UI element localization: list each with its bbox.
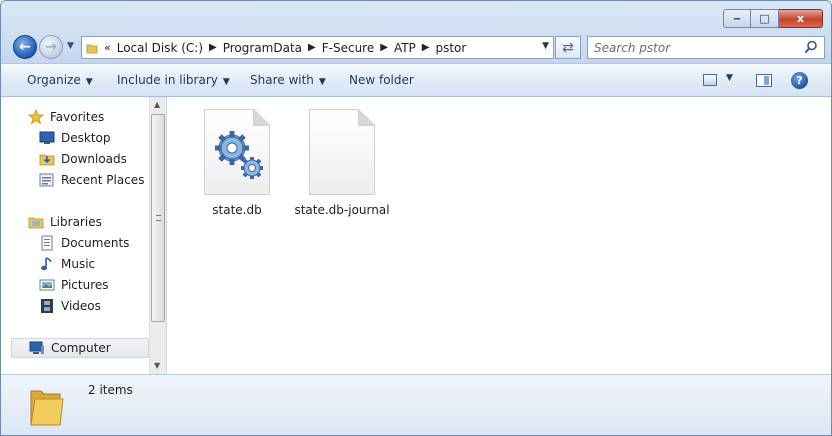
include-in-library-menu[interactable]: Include in library ▼ bbox=[117, 73, 230, 87]
navigation-pane: Favorites Desktop Downloads Recent Place… bbox=[1, 97, 166, 374]
chevron-down-icon: ▼ bbox=[85, 77, 93, 87]
breadcrumb-atp[interactable]: ATP bbox=[394, 41, 416, 55]
include-in-library-label: Include in library bbox=[117, 73, 218, 87]
sidebar-item-documents[interactable]: Documents bbox=[39, 233, 129, 253]
folder-icon bbox=[86, 44, 98, 53]
breadcrumb-overflow[interactable]: « bbox=[104, 41, 111, 54]
help-icon[interactable]: ? bbox=[791, 72, 808, 89]
refresh-icon: ⇄ bbox=[562, 39, 574, 56]
address-bar[interactable]: « Local Disk (C:) ▶ ProgramData ▶ F-Secu… bbox=[81, 36, 554, 59]
sidebar-item-label: Libraries bbox=[50, 215, 102, 229]
music-note-icon bbox=[39, 256, 55, 272]
breadcrumb-separator-icon[interactable]: ▶ bbox=[308, 42, 316, 53]
settings-gears-file-icon bbox=[204, 109, 270, 195]
breadcrumb-local-disk[interactable]: Local Disk (C:) bbox=[117, 41, 203, 55]
blank-file-icon bbox=[309, 109, 375, 195]
chevron-down-icon: ▼ bbox=[318, 77, 326, 87]
new-folder-button[interactable]: New folder bbox=[349, 73, 414, 87]
title-bar: ‒ □ x ← → ▼ « Local Disk (C:) ▶ ProgramD… bbox=[1, 1, 831, 63]
sidebar-item-computer[interactable]: Computer bbox=[11, 338, 149, 358]
sidebar-item-label: Recent Places bbox=[61, 173, 145, 187]
downloads-folder-icon bbox=[39, 151, 55, 167]
maximize-button[interactable]: □ bbox=[751, 9, 779, 28]
sidebar-item-label: Downloads bbox=[61, 152, 127, 166]
sidebar-item-libraries[interactable]: Libraries bbox=[28, 212, 102, 232]
sidebar-item-recent-places[interactable]: Recent Places bbox=[39, 170, 144, 190]
recent-places-icon bbox=[39, 172, 55, 188]
caption-buttons: ‒ □ x bbox=[723, 9, 823, 29]
file-list[interactable]: state.db state.db-journal bbox=[167, 97, 831, 374]
sidebar-item-downloads[interactable]: Downloads bbox=[39, 149, 127, 169]
organize-label: Organize bbox=[27, 73, 81, 87]
scrollbar-thumb[interactable] bbox=[151, 114, 165, 322]
breadcrumb-f-secure[interactable]: F-Secure bbox=[322, 41, 375, 55]
film-strip-icon bbox=[39, 298, 55, 314]
search-icon[interactable] bbox=[804, 40, 818, 54]
back-button[interactable]: ← bbox=[13, 35, 37, 59]
address-dropdown-icon[interactable]: ▼ bbox=[542, 41, 549, 51]
share-with-menu[interactable]: Share with ▼ bbox=[250, 73, 326, 87]
breadcrumb-separator-icon[interactable]: ▶ bbox=[380, 42, 388, 53]
libraries-icon bbox=[28, 214, 44, 230]
navigation-pane-scrollbar[interactable]: ▲ ▼ bbox=[149, 97, 166, 374]
explorer-window: ‒ □ x ← → ▼ « Local Disk (C:) ▶ ProgramD… bbox=[0, 0, 832, 436]
sidebar-item-label: Computer bbox=[51, 341, 111, 355]
details-pane: 2 items bbox=[1, 374, 831, 435]
command-bar: Organize ▼ Include in library ▼ Share with… bbox=[1, 63, 831, 97]
search-input[interactable] bbox=[594, 38, 794, 57]
forward-button[interactable]: → bbox=[39, 35, 63, 59]
sidebar-item-favorites[interactable]: Favorites bbox=[28, 107, 104, 127]
scrollbar-grip-icon bbox=[156, 215, 161, 221]
file-name: state.db-journal bbox=[294, 203, 390, 217]
sidebar-item-label: Desktop bbox=[61, 131, 111, 145]
breadcrumb-programdata[interactable]: ProgramData bbox=[223, 41, 302, 55]
scroll-down-arrow-icon[interactable]: ▼ bbox=[154, 361, 160, 370]
file-item-state-db[interactable]: state.db bbox=[182, 109, 292, 217]
recent-pages-dropdown-icon[interactable]: ▼ bbox=[67, 41, 74, 51]
close-button[interactable]: x bbox=[779, 9, 823, 28]
scroll-up-arrow-icon[interactable]: ▲ bbox=[154, 100, 160, 109]
view-options-dropdown-icon[interactable]: ▼ bbox=[726, 73, 733, 83]
sidebar-item-label: Documents bbox=[61, 236, 130, 250]
sidebar-item-pictures[interactable]: Pictures bbox=[39, 275, 109, 295]
desktop-icon bbox=[39, 130, 55, 146]
file-name: state.db bbox=[212, 203, 262, 217]
change-view-icon[interactable] bbox=[703, 74, 717, 86]
preview-pane-icon[interactable] bbox=[756, 74, 772, 87]
sidebar-item-music[interactable]: Music bbox=[39, 254, 95, 274]
organize-menu[interactable]: Organize ▼ bbox=[27, 73, 93, 87]
breadcrumb-separator-icon[interactable]: ▶ bbox=[422, 42, 430, 53]
breadcrumb-separator-icon[interactable]: ▶ bbox=[209, 42, 217, 53]
minimize-button[interactable]: ‒ bbox=[723, 9, 751, 28]
sidebar-item-label: Pictures bbox=[61, 278, 109, 292]
pictures-icon bbox=[39, 277, 55, 293]
gears-icon bbox=[215, 131, 263, 179]
search-box[interactable] bbox=[587, 36, 825, 59]
computer-icon bbox=[29, 340, 45, 356]
chevron-down-icon: ▼ bbox=[222, 77, 230, 87]
item-count: 2 items bbox=[88, 383, 133, 397]
documents-icon bbox=[39, 235, 55, 251]
sidebar-item-label: Favorites bbox=[50, 110, 105, 124]
file-item-state-db-journal[interactable]: state.db-journal bbox=[287, 109, 397, 217]
sidebar-item-videos[interactable]: Videos bbox=[39, 296, 101, 316]
sidebar-item-label: Videos bbox=[61, 299, 101, 313]
sidebar-item-desktop[interactable]: Desktop bbox=[39, 128, 111, 148]
star-icon bbox=[28, 109, 44, 125]
folder-icon bbox=[30, 390, 64, 426]
breadcrumb-pstor[interactable]: pstor bbox=[435, 41, 466, 55]
sidebar-item-label: Music bbox=[61, 257, 96, 271]
refresh-button[interactable]: ⇄ bbox=[555, 36, 581, 59]
share-with-label: Share with bbox=[250, 73, 314, 87]
navigation-bar: ← → ▼ « Local Disk (C:) ▶ ProgramData ▶ … bbox=[9, 35, 825, 59]
